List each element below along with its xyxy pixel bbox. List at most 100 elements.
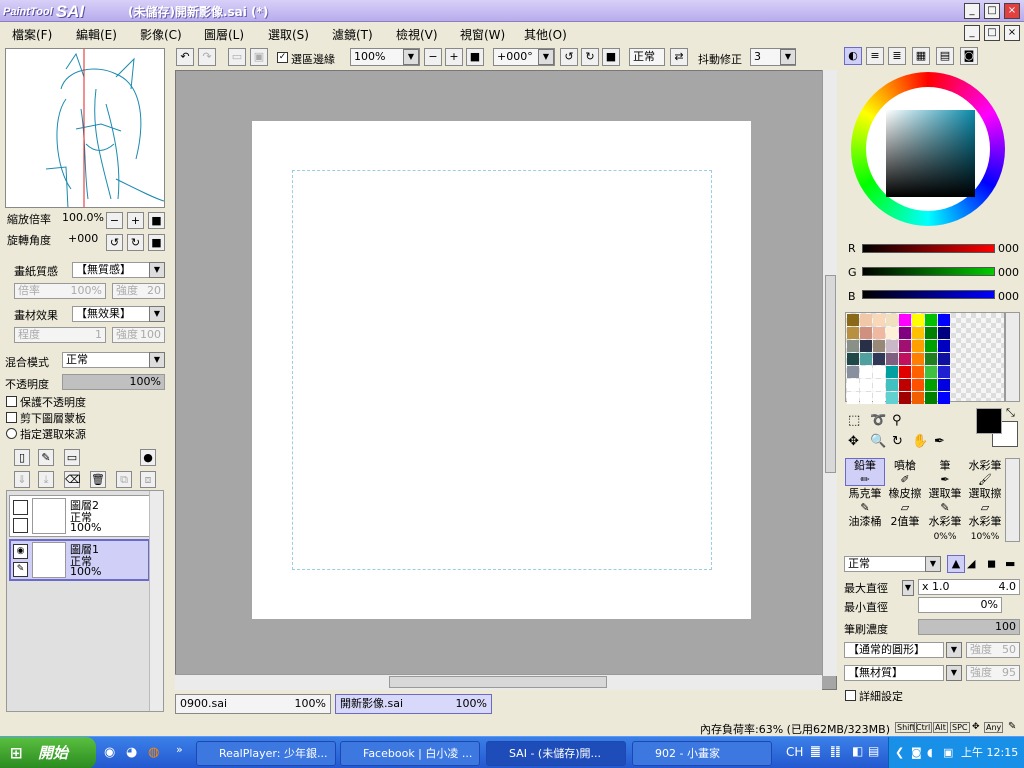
- palette-swatch[interactable]: [886, 327, 898, 339]
- quicklaunch-more-icon[interactable]: »: [176, 743, 183, 756]
- brush-shape-soft-icon[interactable]: ◢: [967, 557, 975, 570]
- chevron-down-icon[interactable]: ▼: [403, 49, 419, 65]
- doc-minimize-button[interactable]: _: [964, 25, 980, 41]
- ime-icon[interactable]: ䷁: [830, 744, 841, 758]
- zoom-tool-icon[interactable]: 🔍: [870, 434, 886, 449]
- brush-shape-strength[interactable]: 強度 50: [966, 642, 1020, 658]
- protect-alpha-checkbox[interactable]: [6, 396, 17, 407]
- minimize-button[interactable]: _: [964, 3, 980, 19]
- tool-marker[interactable]: 馬克筆 ✎: [845, 486, 885, 514]
- new-linework-layer-icon[interactable]: ✎: [38, 449, 54, 466]
- chevron-down-icon[interactable]: ▼: [538, 49, 554, 65]
- task-facebook[interactable]: Facebook | 白小凌 ...: [340, 741, 480, 766]
- paper-scale-field[interactable]: 倍率 100%: [14, 283, 106, 299]
- flip-horizontal-icon[interactable]: ⇄: [670, 48, 688, 66]
- palette-swatch[interactable]: [899, 340, 911, 352]
- palette-swatch[interactable]: [912, 327, 924, 339]
- layer-item[interactable]: 圖層2 正常 100%: [9, 495, 150, 537]
- swatch-tab-icon[interactable]: ▦: [912, 47, 930, 65]
- palette-swatch[interactable]: [860, 327, 872, 339]
- menu-edit[interactable]: 編輯(E): [76, 26, 117, 43]
- menu-layer[interactable]: 圖層(L): [204, 26, 244, 43]
- chevron-down-icon[interactable]: ▼: [946, 642, 962, 658]
- nav-rotate-cw-icon[interactable]: ↻: [127, 234, 144, 251]
- tool-watercolor-3[interactable]: 水彩筆 10%%: [965, 514, 1005, 542]
- brush-icon[interactable]: ✎: [13, 562, 28, 577]
- chevron-down-icon[interactable]: ▼: [780, 49, 796, 65]
- clip-mask-checkbox[interactable]: [6, 412, 17, 423]
- visibility-toggle[interactable]: [13, 500, 28, 515]
- opacity-slider[interactable]: 100%: [62, 374, 165, 390]
- task-sai[interactable]: SAI - (未儲存)開...: [486, 741, 626, 766]
- flatten-icon[interactable]: ⧈: [140, 471, 156, 488]
- saturation-value-square[interactable]: [886, 110, 975, 197]
- tool-binary-pen[interactable]: 2值筆: [885, 514, 925, 542]
- palette-swatch[interactable]: [886, 366, 898, 378]
- task-paint[interactable]: 902 - 小畫家: [632, 741, 772, 766]
- blend-mode-select[interactable]: 正常: [62, 352, 150, 368]
- menu-file[interactable]: 檔案(F): [12, 26, 52, 43]
- palette-swatch[interactable]: [873, 366, 885, 378]
- tool-bucket[interactable]: 油漆桶: [845, 514, 885, 542]
- firefox-icon[interactable]: ◍: [148, 745, 159, 760]
- details-checkbox[interactable]: [845, 690, 856, 701]
- tool-select-pen[interactable]: 選取筆 ✎: [925, 486, 965, 514]
- rect-select-icon[interactable]: ⬚: [848, 413, 860, 428]
- input-language[interactable]: CH: [786, 745, 803, 759]
- undo-icon[interactable]: ↶: [176, 48, 194, 66]
- doc-close-button[interactable]: ×: [1004, 25, 1020, 41]
- palette-swatch[interactable]: [899, 314, 911, 326]
- palette-swatch[interactable]: [938, 379, 950, 391]
- menu-window[interactable]: 視窗(W): [460, 26, 505, 43]
- palette-swatch[interactable]: [938, 327, 950, 339]
- palette-swatch[interactable]: [860, 353, 872, 365]
- brush-mode-select[interactable]: 正常: [844, 556, 928, 572]
- r-slider[interactable]: [862, 244, 995, 253]
- new-layer-icon[interactable]: ▯: [14, 449, 30, 466]
- palette-swatch[interactable]: [886, 340, 898, 352]
- monitor-icon[interactable]: ▣: [943, 737, 953, 768]
- tool-select-eraser[interactable]: 選取擦 ▱: [965, 486, 1005, 514]
- rotate-ccw-icon[interactable]: ↺: [560, 48, 578, 66]
- merge-visible-icon[interactable]: ⧉: [116, 471, 132, 488]
- palette-swatch[interactable]: [847, 327, 859, 339]
- drawing-canvas[interactable]: [252, 121, 751, 619]
- tab-0900[interactable]: 0900.sai 100%: [175, 694, 331, 714]
- layer-list-scrollbar[interactable]: [149, 491, 163, 711]
- show-desktop-icon[interactable]: ◉: [104, 745, 115, 760]
- palette-swatch[interactable]: [925, 340, 937, 352]
- min-size-field[interactable]: 0%: [918, 597, 1002, 613]
- palette-swatch[interactable]: [873, 392, 885, 404]
- tool-watercolor-2[interactable]: 水彩筆 0%%: [925, 514, 965, 542]
- palette-swatch[interactable]: [899, 327, 911, 339]
- rotate-tool-icon[interactable]: ↻: [892, 434, 903, 449]
- tray-expand-icon[interactable]: ❮: [895, 737, 904, 768]
- b-slider[interactable]: [862, 290, 995, 299]
- palette-swatch[interactable]: [847, 340, 859, 352]
- selection-source-radio[interactable]: [6, 428, 17, 439]
- hand-icon[interactable]: ✋: [912, 434, 928, 449]
- transfer-down-icon[interactable]: ⇓: [14, 471, 30, 488]
- palette-swatch[interactable]: [873, 353, 885, 365]
- palette-swatch[interactable]: [912, 379, 924, 391]
- menu-filter[interactable]: 濾鏡(T): [332, 26, 373, 43]
- palette-swatch[interactable]: [938, 340, 950, 352]
- lock-toggle[interactable]: [13, 518, 28, 533]
- palette-swatch[interactable]: [925, 392, 937, 404]
- maximize-button[interactable]: □: [984, 3, 1000, 19]
- chevron-down-icon[interactable]: ▼: [925, 556, 941, 572]
- nav-rotate-reset-icon[interactable]: ■: [148, 234, 165, 251]
- layer-item-selected[interactable]: ◉ ✎ 圖層1 正常 100%: [9, 539, 150, 581]
- palette-swatch[interactable]: [925, 327, 937, 339]
- brush-shape-flat-icon[interactable]: ▬: [1005, 557, 1015, 570]
- palette-swatch[interactable]: [899, 379, 911, 391]
- tool-eraser[interactable]: 橡皮擦 ▱: [885, 486, 925, 514]
- palette-swatch[interactable]: [912, 366, 924, 378]
- brush-texture-select[interactable]: 【無材質】: [844, 665, 944, 681]
- menu-image[interactable]: 影像(C): [140, 26, 182, 43]
- eye-icon[interactable]: ◉: [13, 544, 28, 559]
- effect-amount-field[interactable]: 程度 1: [14, 327, 106, 343]
- palette-swatch[interactable]: [847, 353, 859, 365]
- brush-shape-round-icon[interactable]: ◼: [987, 557, 996, 570]
- palette-swatch[interactable]: [912, 392, 924, 404]
